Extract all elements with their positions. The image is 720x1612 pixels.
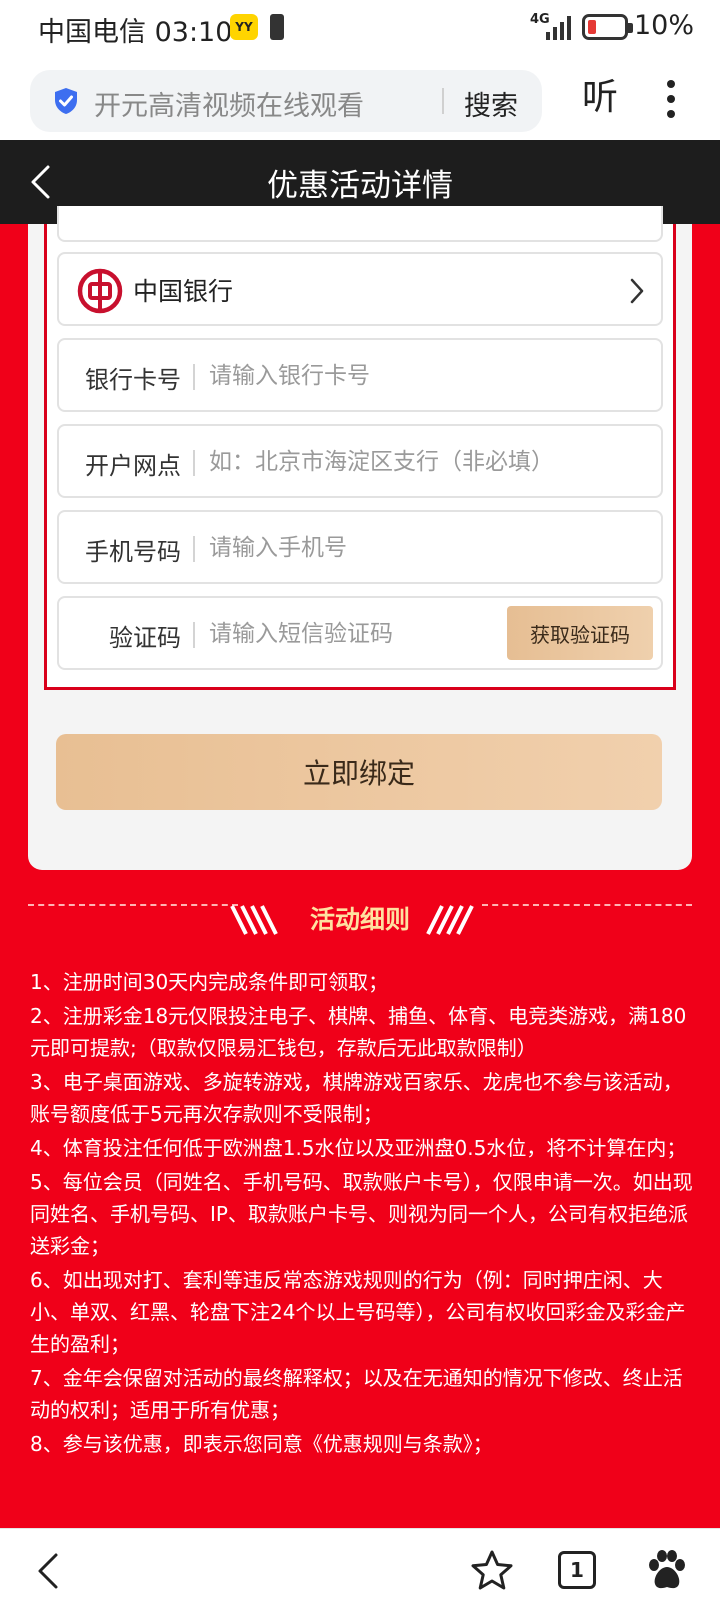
rule-item: 3、电子桌面游戏、多旋转游戏，棋牌游戏百家乐、龙虎也不参与该活动，账号额度低于5… xyxy=(30,1070,683,1126)
field-divider xyxy=(193,536,195,562)
rule-item: 5、每位会员（同姓名、手机号码、取款账户卡号），仅限申请一次。如出现同姓名、手机… xyxy=(30,1170,693,1258)
shield-icon xyxy=(55,88,77,114)
baidu-paw-icon[interactable] xyxy=(644,1547,690,1593)
more-icon[interactable] xyxy=(666,80,676,124)
phone-input[interactable] xyxy=(209,522,649,574)
bottom-nav: 1 xyxy=(0,1528,720,1612)
rule-item: 8、参与该优惠，即表示您同意《优惠规则与条款》； xyxy=(30,1432,493,1456)
get-code-button[interactable]: 获取验证码 xyxy=(507,606,653,660)
chevron-right-icon xyxy=(630,278,644,304)
rules-list: 1、注册时间30天内完成条件即可领取； 2、注册彩金18元仅限投注电子、棋牌、捕… xyxy=(30,966,694,1462)
listen-button[interactable]: 听 xyxy=(582,68,618,120)
tabs-icon[interactable]: 1 xyxy=(558,1551,596,1589)
rule-item: 6、如出现对打、套利等违反常态游戏规则的行为（例：同时押庄闲、大小、单双、红黑、… xyxy=(30,1268,686,1356)
phone-label: 手机号码 xyxy=(85,538,181,566)
rule-item: 4、体育投注任何低于欧洲盘1.5水位以及亚洲盘0.5水位，将不计算在内； xyxy=(30,1136,687,1160)
rule-item: 7、金年会保留对活动的最终解释权；以及在无通知的情况下修改、终止活动的权利；适用… xyxy=(30,1366,683,1422)
search-button[interactable]: 搜索 xyxy=(464,84,518,123)
bind-now-button[interactable]: 立即绑定 xyxy=(56,734,662,810)
card-number-label: 银行卡号 xyxy=(85,366,181,394)
card-number-row: 银行卡号 xyxy=(57,338,663,412)
rules-header: 活动细则 xyxy=(28,900,692,940)
field-divider xyxy=(193,450,195,476)
bank-select[interactable]: 中国银行 xyxy=(57,252,663,326)
phone-row: 手机号码 xyxy=(57,510,663,584)
signal-icon xyxy=(546,16,571,40)
branch-input[interactable] xyxy=(209,436,649,488)
carrier-time: 中国电信 03:10 xyxy=(38,17,233,48)
battery-icon xyxy=(582,14,633,40)
search-query[interactable]: 开元高清视频在线观看 xyxy=(94,84,364,123)
branch-label: 开户网点 xyxy=(85,452,181,480)
branch-row: 开户网点 xyxy=(57,424,663,498)
rule-item: 1、注册时间30天内完成条件即可领取； xyxy=(30,970,389,994)
search-divider xyxy=(442,88,444,114)
bank-of-china-icon xyxy=(77,268,123,314)
nav-back-icon[interactable] xyxy=(34,1551,62,1591)
notification-icon xyxy=(270,14,284,40)
divider-right xyxy=(482,904,692,906)
yy-app-icon: YY xyxy=(230,14,258,40)
star-icon[interactable] xyxy=(470,1549,514,1593)
address-bar[interactable]: 开元高清视频在线观看 搜索 xyxy=(30,70,542,132)
code-row: 验证码 获取验证码 xyxy=(57,596,663,670)
bank-form: 中国银行 银行卡号 开户网点 手机号码 验证码 获取验证码 xyxy=(44,206,676,690)
stripe-right-icon xyxy=(426,905,474,935)
page-title: 优惠活动详情 xyxy=(267,168,453,204)
bank-name: 中国银行 xyxy=(133,277,234,306)
field-divider xyxy=(193,364,195,390)
previous-row xyxy=(57,206,663,242)
bind-card-panel: 中国银行 银行卡号 开户网点 手机号码 验证码 获取验证码 立即绑定 xyxy=(28,206,692,870)
status-bar: 中国电信 03:10 YY 4G 10% xyxy=(0,0,720,56)
code-label: 验证码 xyxy=(109,624,181,652)
rule-item: 2、注册彩金18元仅限投注电子、棋牌、捕鱼、体育、电竞类游戏，满180元即可提款… xyxy=(30,1004,687,1060)
card-number-input[interactable] xyxy=(209,350,649,402)
battery-percent: 10% xyxy=(634,10,695,41)
sms-code-input[interactable] xyxy=(209,608,479,660)
field-divider xyxy=(193,622,195,648)
